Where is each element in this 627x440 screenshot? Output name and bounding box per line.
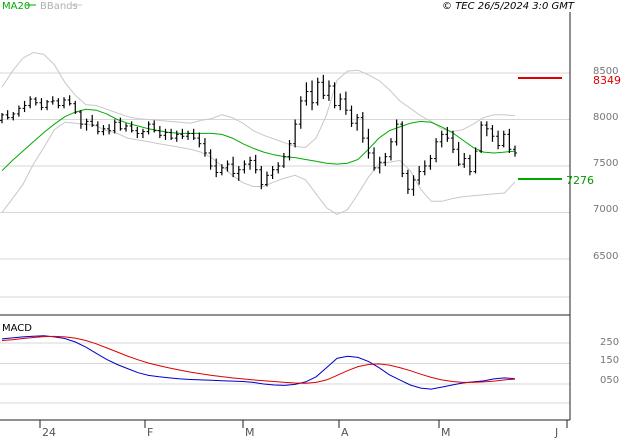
x-tick-label: M: [245, 426, 255, 439]
x-tick-label: F: [147, 426, 153, 439]
x-tick-label: M: [441, 426, 451, 439]
x-tick-label: 24: [42, 426, 56, 439]
source-timestamp: © TEC 26/5/2024 3:0 GMT: [442, 1, 575, 12]
resistance-label: 8349: [593, 74, 621, 87]
stock-chart: MA20 BBands © TEC 26/5/2024 3:0 GMT 8500…: [0, 0, 627, 440]
price-y-tick-label: 6500: [593, 251, 618, 262]
macd-panel-title: MACD: [2, 323, 32, 334]
macd-y-tick-label: 150: [600, 355, 619, 366]
price-y-tick-label: 7500: [593, 158, 618, 169]
macd-y-tick-label: 050: [600, 375, 619, 386]
bbands-legend-label: BBands: [40, 1, 78, 12]
ma20-legend-label: MA20: [2, 1, 30, 12]
macd-y-tick-label: 250: [600, 337, 619, 348]
chart-background: [0, 0, 627, 440]
price-y-tick-label: 8000: [593, 112, 618, 123]
price-y-tick-label: 7000: [593, 204, 618, 215]
x-tick-label: J: [554, 426, 558, 439]
x-tick-label: A: [341, 426, 349, 439]
support-label: 7276: [566, 174, 594, 187]
